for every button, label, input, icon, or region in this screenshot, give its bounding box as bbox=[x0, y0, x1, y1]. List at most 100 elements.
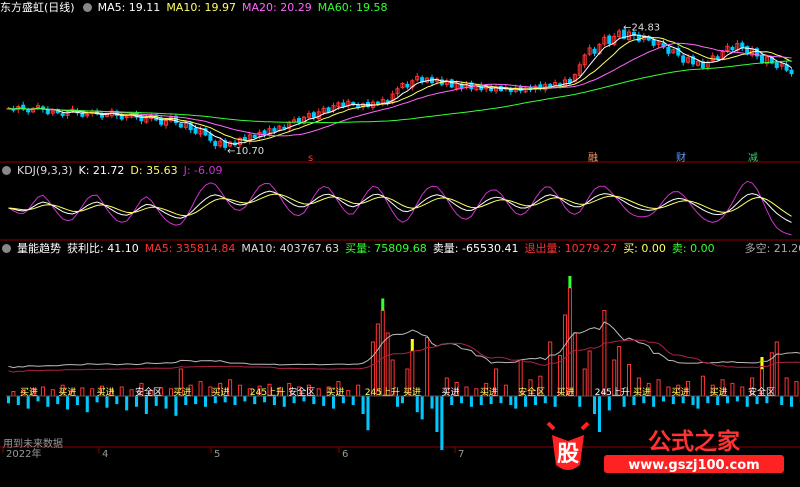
volume-bar-up bbox=[503, 384, 508, 397]
candle-body bbox=[715, 56, 720, 60]
volume-bar-down bbox=[75, 396, 79, 405]
volume-bar-down bbox=[790, 396, 794, 407]
volume-bar-down bbox=[125, 396, 129, 411]
volume-peak-cap bbox=[410, 339, 414, 351]
candle-body bbox=[326, 107, 331, 113]
volume-bar-up bbox=[316, 388, 321, 397]
volume-bar-down bbox=[440, 396, 444, 450]
kdj-k-line bbox=[8, 190, 792, 223]
candle-body bbox=[208, 133, 213, 141]
volume-bar-up bbox=[40, 386, 45, 397]
buy-signal-label: 买进 bbox=[441, 387, 459, 398]
volume-bar-down bbox=[164, 396, 168, 409]
candle-body bbox=[385, 100, 390, 103]
volume-bar-up bbox=[666, 386, 671, 397]
volume-bar-up bbox=[425, 337, 430, 397]
x-axis-label: 4 bbox=[102, 449, 108, 460]
volume-bar-up bbox=[356, 384, 361, 397]
volume-bar-down bbox=[66, 396, 70, 410]
x-axis-label: 7 bbox=[458, 449, 464, 460]
candle-body bbox=[420, 77, 425, 83]
volume-bar-up bbox=[740, 386, 745, 397]
buy-signal-label: 买进 bbox=[633, 387, 651, 398]
volume-bar-up bbox=[656, 379, 661, 397]
volume-bar-down bbox=[144, 396, 148, 414]
kdj-d-line bbox=[8, 193, 792, 217]
volume-bar-up bbox=[582, 368, 587, 397]
candle-body bbox=[45, 109, 50, 115]
buy-signal-label: 245上升 bbox=[365, 387, 400, 398]
buy-signal-label: 安全区 bbox=[748, 386, 775, 398]
vol-ma5-line bbox=[8, 339, 800, 373]
volume-bar-down bbox=[696, 396, 700, 409]
candle-body bbox=[341, 102, 346, 108]
candle-body bbox=[592, 48, 597, 54]
volume-bar-down bbox=[607, 396, 611, 411]
volume-bar-down bbox=[661, 396, 666, 402]
volume-peak-cap bbox=[381, 298, 385, 311]
candle-body bbox=[681, 55, 686, 63]
candle-body bbox=[80, 112, 85, 117]
volume-bar-up bbox=[464, 386, 469, 397]
volume-bar-up bbox=[700, 375, 705, 397]
candle-body bbox=[607, 35, 612, 45]
buy-signal-label: 买进 bbox=[710, 387, 728, 398]
volume-bar-down bbox=[322, 396, 326, 406]
volume-bar-down bbox=[115, 396, 119, 405]
volume-bar-down bbox=[435, 396, 439, 432]
volume-bar-up bbox=[587, 350, 592, 397]
buy-signal-label: 安全区 bbox=[135, 386, 162, 398]
volume-bar-down bbox=[46, 396, 50, 407]
buy-signal-label: 买进 bbox=[556, 387, 574, 398]
candle-body bbox=[272, 128, 277, 132]
volume-bar-up bbox=[375, 323, 380, 397]
watermark-text: 公式之家 bbox=[648, 428, 740, 455]
event-marker: s bbox=[308, 153, 313, 164]
candle-body bbox=[252, 134, 257, 139]
candle-body bbox=[282, 126, 287, 129]
buy-signal-label: 买进 bbox=[58, 387, 76, 398]
buy-signal-label: 买进 bbox=[327, 387, 345, 398]
volume-bar-up bbox=[774, 341, 779, 397]
volume-bar-down bbox=[233, 396, 237, 405]
volume-bar-down bbox=[6, 396, 10, 404]
x-axis-label: 5 bbox=[214, 449, 220, 460]
stock-chart[interactable]: ←24.83←10.70s 融财减买进 买进 买进 安全区 买进 买进 245上升 安全区 买进 2… bbox=[0, 0, 800, 487]
volume-bar-up bbox=[129, 389, 134, 397]
volume-bar-down bbox=[460, 396, 464, 404]
x-axis-label: 6 bbox=[342, 449, 348, 460]
volume-bar-down bbox=[243, 396, 247, 402]
vol-ma10-line bbox=[8, 321, 800, 369]
volume-bar-down bbox=[469, 396, 473, 407]
volume-bar-up bbox=[119, 386, 124, 397]
volume-bar-up bbox=[50, 389, 55, 397]
volume-bar-down bbox=[430, 396, 434, 409]
buy-signal-label: 买进 bbox=[97, 387, 115, 398]
volume-bar-down bbox=[420, 396, 424, 420]
candle-body bbox=[178, 123, 183, 128]
volume-bar-up bbox=[730, 382, 735, 397]
candle-body bbox=[213, 141, 218, 147]
ma5-line bbox=[8, 34, 792, 145]
buy-signal-label: 245上升 bbox=[250, 387, 285, 398]
volume-bar-up bbox=[346, 390, 351, 397]
volume-peak-cap bbox=[760, 357, 764, 369]
volume-bar-up bbox=[90, 388, 95, 397]
buy-signal-label: 买进 bbox=[212, 387, 230, 398]
event-marker: 减 bbox=[748, 152, 758, 164]
candle-body bbox=[651, 39, 656, 46]
candle-body bbox=[567, 78, 572, 84]
volume-bar-down bbox=[691, 396, 695, 405]
candle-body bbox=[666, 47, 671, 54]
volume-bar-up bbox=[198, 381, 203, 397]
candle-body bbox=[730, 47, 735, 51]
volume-bar-up bbox=[168, 388, 174, 397]
footer-note: 用到未来数据 bbox=[3, 439, 63, 450]
candle-body bbox=[26, 109, 31, 113]
volume-bar-down bbox=[593, 396, 597, 414]
event-marker: 财 bbox=[676, 151, 686, 164]
volume-bar-down bbox=[85, 396, 89, 413]
event-marker: 融 bbox=[588, 152, 598, 164]
ma20-line bbox=[8, 42, 792, 137]
volume-peak-cap bbox=[568, 276, 572, 288]
